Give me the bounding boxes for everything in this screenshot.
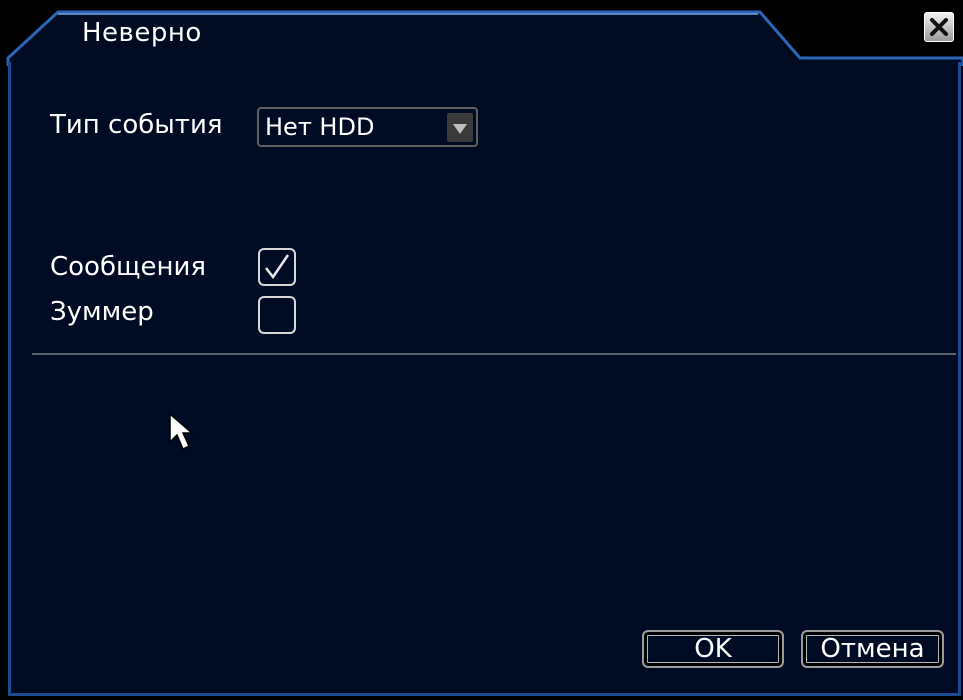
dialog-body	[8, 62, 961, 696]
close-icon	[930, 18, 948, 36]
dialog-title: Неверно	[82, 18, 202, 48]
event-type-value: Нет HDD	[265, 113, 375, 141]
messages-checkbox[interactable]	[258, 248, 296, 286]
ok-button[interactable]: OK	[642, 630, 784, 668]
checkmark-icon	[265, 254, 290, 280]
section-divider	[32, 353, 956, 355]
close-button[interactable]	[924, 12, 954, 42]
buzzer-checkbox[interactable]	[258, 296, 296, 334]
event-type-label: Тип события	[50, 110, 223, 140]
messages-label: Сообщения	[50, 252, 207, 282]
dialog-window: Неверно Тип события Нет HDD Сообщения Зу…	[0, 0, 963, 700]
chevron-down-icon[interactable]	[447, 113, 473, 142]
cancel-button[interactable]: Отмена	[801, 630, 944, 668]
buzzer-label: Зуммер	[50, 297, 154, 327]
mouse-pointer-icon	[169, 412, 194, 451]
event-type-select[interactable]: Нет HDD	[257, 107, 478, 147]
